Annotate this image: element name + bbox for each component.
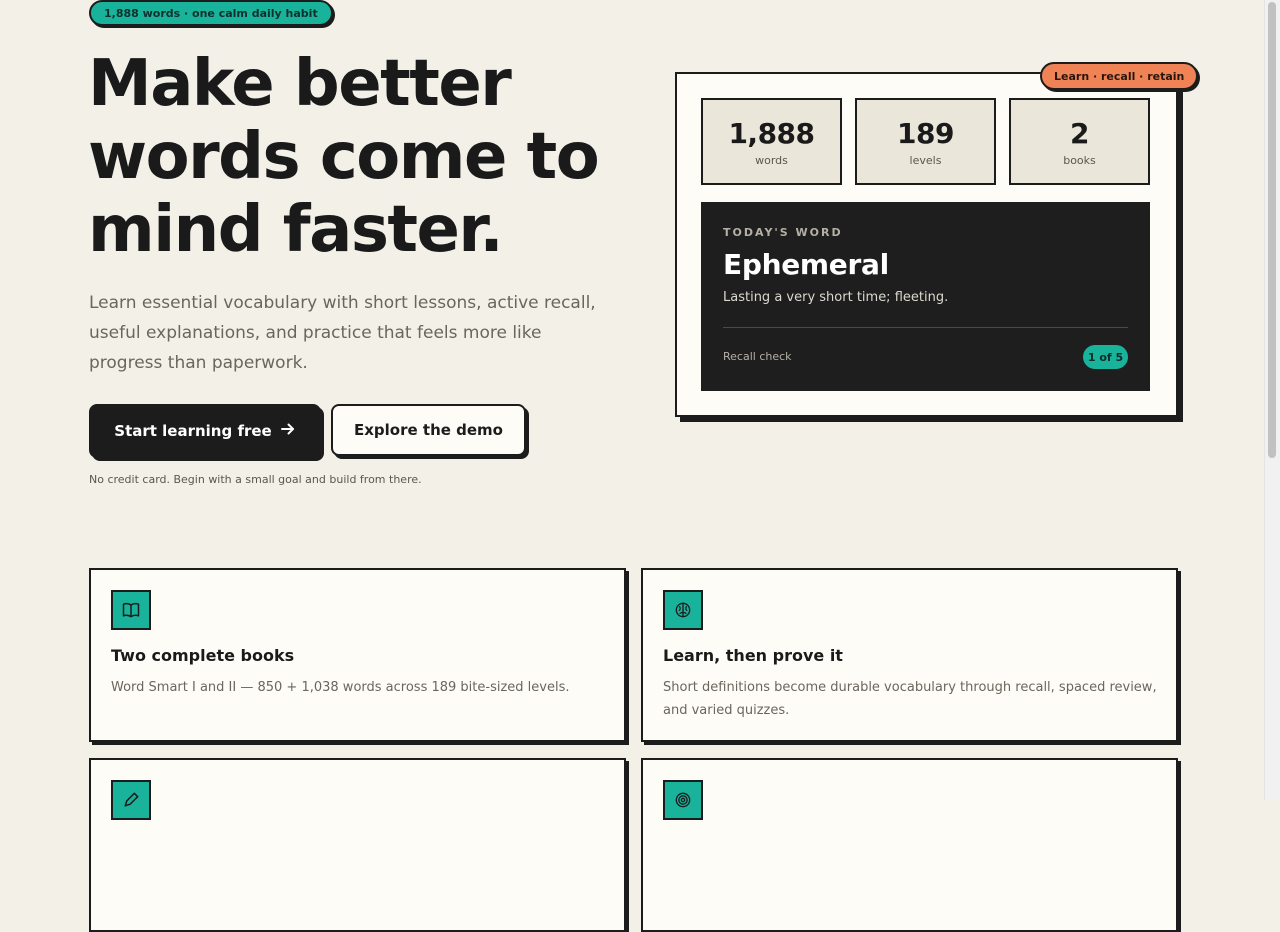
- page-scrollbar[interactable]: [1264, 0, 1280, 800]
- word-of-day-panel: TODAY'S WORD Ephemeral Lasting a very sh…: [701, 202, 1150, 391]
- scrollbar-thumb[interactable]: [1268, 2, 1276, 458]
- feature-title: Two complete books: [111, 646, 295, 665]
- stat-value: 2: [1070, 117, 1089, 150]
- word-definition: Lasting a very short time; fleeting.: [723, 290, 949, 305]
- stat-value: 189: [897, 117, 954, 150]
- fineprint-note: No credit card. Begin with a small goal …: [89, 473, 422, 486]
- start-learning-button[interactable]: Start learning free: [89, 404, 321, 458]
- pen-icon: [111, 780, 151, 820]
- brain-icon: [663, 590, 703, 630]
- stat-words: 1,888 words: [701, 98, 842, 185]
- feature-description: Short definitions become durable vocabul…: [663, 680, 1157, 718]
- start-learning-label: Start learning free: [114, 422, 272, 440]
- word-title: Ephemeral: [723, 248, 889, 281]
- target-icon: [663, 780, 703, 820]
- divider: [723, 327, 1128, 328]
- hero-title: Make better words come to mind faster.: [88, 47, 600, 267]
- stat-levels: 189 levels: [855, 98, 996, 185]
- feature-card-recall: Learn, then prove it Short definitions b…: [641, 568, 1178, 742]
- recall-progress-badge: 1 of 5: [1083, 345, 1128, 369]
- book-icon: [111, 590, 151, 630]
- hero-subtitle: Learn essential vocabulary with short le…: [89, 293, 596, 373]
- explore-demo-button[interactable]: Explore the demo: [331, 404, 526, 456]
- hero-badge: 1,888 words · one calm daily habit: [89, 0, 333, 26]
- stat-label: books: [1063, 154, 1096, 167]
- word-kicker: TODAY'S WORD: [723, 226, 843, 239]
- feature-title: Learn, then prove it: [663, 646, 843, 665]
- feature-card-books: Two complete books Word Smart I and II —…: [89, 568, 626, 742]
- recall-check-label: Recall check: [723, 350, 792, 363]
- feature-card-3: [89, 758, 626, 932]
- arrow-right-icon: [280, 421, 296, 441]
- card-tag: Learn · recall · retain: [1040, 62, 1199, 90]
- stat-label: words: [755, 154, 788, 167]
- feature-card-4: [641, 758, 1178, 932]
- stat-label: levels: [909, 154, 942, 167]
- stat-books: 2 books: [1009, 98, 1150, 185]
- feature-description: Word Smart I and II — 850 + 1,038 words …: [111, 680, 570, 695]
- stat-value: 1,888: [728, 117, 815, 150]
